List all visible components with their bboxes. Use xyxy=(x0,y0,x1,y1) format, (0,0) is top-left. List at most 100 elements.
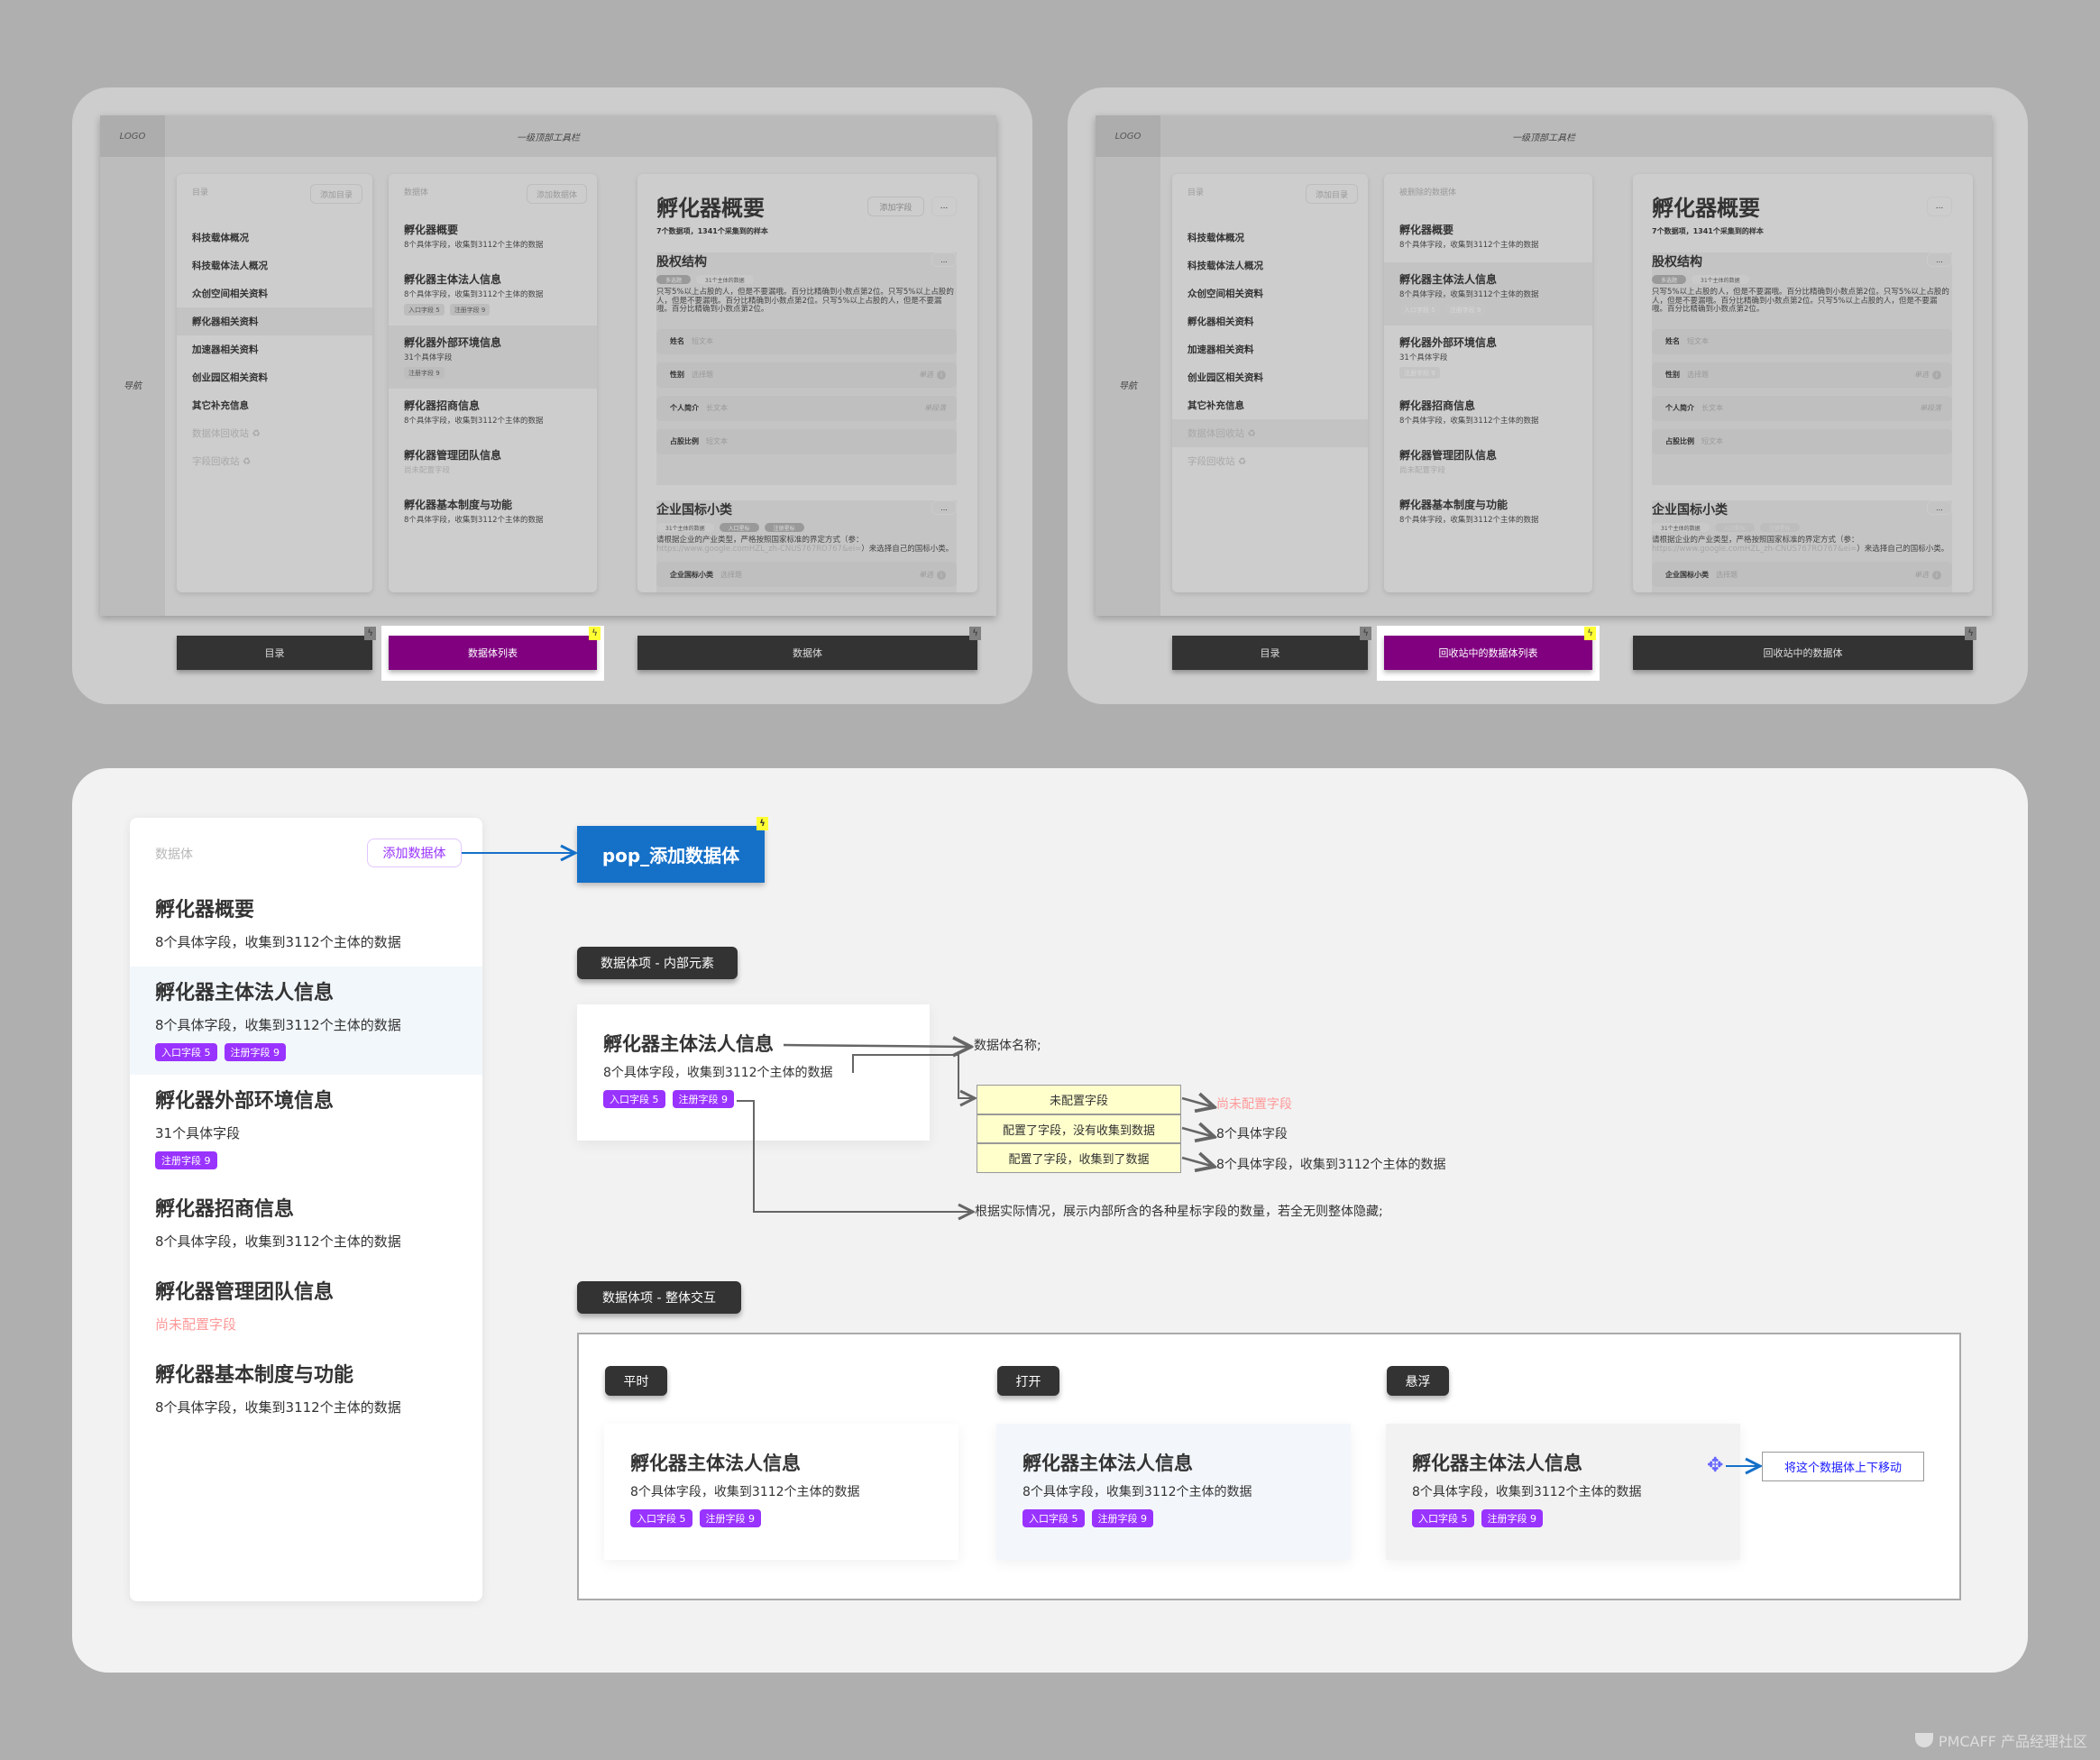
page-button[interactable]: 回收站中的数据体 ϟ xyxy=(1633,627,1976,670)
item-sub: 8个具体字段，收集到3112个主体的数据 xyxy=(1399,417,1539,426)
data-body-list: 孵化器概要 8个具体字段，收集到3112个主体的数据 孵化器主体法人信息 8个具体字段… xyxy=(1384,213,1592,537)
item-sub: 8个具体字段，收集到3112个主体的数据 xyxy=(404,290,544,299)
field-row[interactable]: 企业国标小类 选择题 单选 i xyxy=(656,562,957,587)
data-body-list: 孵化器概要 8个具体字段，收集到3112个主体的数据 孵化器主体法人信息 8个具体字段… xyxy=(389,213,597,537)
section-more-button[interactable]: ... xyxy=(1927,500,1952,515)
field-row[interactable]: 个人简介 长文本 单段落 xyxy=(656,395,957,421)
page-button[interactable]: 目录 ϟ xyxy=(1172,627,1371,670)
more-button[interactable]: ... xyxy=(931,197,957,216)
add-catalog-button[interactable]: 添加目录 xyxy=(1305,184,1358,204)
field-row[interactable]: 企业国标小类 选择题 单选 i xyxy=(1652,562,1952,587)
data-body-item[interactable]: 孵化器基本制度与功能 8个具体字段，收集到3112个主体的数据 xyxy=(1384,488,1592,537)
data-body-item[interactable]: 孵化器招商信息 8个具体字段，收集到3112个主体的数据 xyxy=(389,389,597,438)
item-tags: 注册字段 9 xyxy=(155,1151,457,1169)
recycle-bin-item[interactable]: 字段回收站 ♻ xyxy=(1172,447,1368,475)
item-tags: 注册字段 9 xyxy=(1399,367,1577,379)
data-body-item[interactable]: 孵化器概要 8个具体字段，收集到3112个主体的数据 xyxy=(1384,213,1592,262)
watermark: PMCAFF 产品经理社区 xyxy=(1914,1729,2087,1751)
desc-link[interactable]: https://www.google.comHZL_zh-CNUS767RO76… xyxy=(656,545,861,554)
item-sub: 8个具体字段，收集到3112个主体的数据 xyxy=(155,1399,401,1416)
field-row[interactable]: 占股比例 短文本 xyxy=(656,428,957,454)
catalog-item[interactable]: 众创空间相关资料 xyxy=(177,280,372,307)
state-card[interactable]: 孵化器主体法人信息 8个具体字段，收集到3112个主体的数据 入口字段 5 注册字段 … xyxy=(1386,1424,1740,1560)
page-button[interactable]: 数据体列表 ϟ xyxy=(389,627,601,670)
page-button[interactable]: 数据体 ϟ xyxy=(637,627,981,670)
card-title: 孵化器主体法人信息 xyxy=(1022,1453,1193,1474)
star-field-tag: 入口字段 5 xyxy=(1412,1509,1474,1527)
data-body-item[interactable]: 孵化器主体法人信息 8个具体字段，收集到3112个主体的数据 入口字段 5 注册字段 … xyxy=(130,967,482,1075)
data-body-item[interactable]: 孵化器概要 8个具体字段，收集到3112个主体的数据 xyxy=(389,213,597,262)
data-body-item[interactable]: 孵化器管理团队信息 尚未配置字段 xyxy=(130,1266,482,1349)
add-data-body-button[interactable]: 添加数据体 xyxy=(526,184,587,204)
state-card[interactable]: 孵化器主体法人信息 8个具体字段，收集到3112个主体的数据 入口字段 5 注册字段 … xyxy=(996,1424,1351,1560)
field-section: 股权结构... 多选题 31个主体的数据 只写5%以上占股的人，但是不要漏哦。百分比精… xyxy=(656,252,957,485)
catalog-item[interactable]: 科技载体概况 xyxy=(177,224,372,252)
field-list: 企业国标小类 选择题 单选 i xyxy=(656,562,957,587)
catalog-item[interactable]: 其它补充信息 xyxy=(177,391,372,419)
data-body-item[interactable]: 孵化器主体法人信息 8个具体字段，收集到3112个主体的数据 入口字段 5 注册字段 … xyxy=(1384,262,1592,325)
add-data-body-button[interactable]: 添加数据体 xyxy=(367,839,462,867)
recycle-bin-item[interactable]: 字段回收站 ♻ xyxy=(177,447,372,475)
data-body-item[interactable]: 孵化器外部环境信息 31个具体字段 注册字段 9 xyxy=(130,1075,482,1183)
add-field-button[interactable]: 添加字段 xyxy=(867,197,924,216)
catalog-item[interactable]: 创业园区相关资料 xyxy=(177,363,372,391)
add-catalog-button[interactable]: 添加目录 xyxy=(309,184,362,204)
item-title: 孵化器招商信息 xyxy=(404,399,481,412)
catalog-item[interactable]: 科技载体法人概况 xyxy=(1172,252,1368,280)
field-row[interactable]: 姓名 短文本 xyxy=(1652,328,1952,354)
data-body-item[interactable]: 孵化器管理团队信息 尚未配置字段 xyxy=(389,438,597,488)
data-body-item[interactable]: 孵化器基本制度与功能 8个具体字段，收集到3112个主体的数据 xyxy=(130,1349,482,1432)
data-body-item[interactable]: 孵化器外部环境信息 31个具体字段 注册字段 9 xyxy=(389,325,597,389)
item-title: 孵化器概要 xyxy=(155,899,255,921)
catalog-item[interactable]: 加速器相关资料 xyxy=(177,335,372,363)
data-body-item[interactable]: 孵化器管理团队信息 尚未配置字段 xyxy=(1384,438,1592,488)
desc-link[interactable]: https://www.google.comHZL_zh-CNUS767RO76… xyxy=(1652,545,1857,554)
page-button[interactable]: 回收站中的数据体列表 ϟ xyxy=(1384,627,1596,670)
field-row[interactable]: 个人简介 长文本 单段落 xyxy=(1652,395,1952,421)
info-icon[interactable]: i xyxy=(1932,371,1941,380)
section-more-button[interactable]: ... xyxy=(931,500,957,515)
catalog-item[interactable]: 孵化器相关资料 xyxy=(1172,307,1368,335)
pop-add-data-body[interactable]: pop_添加数据体 ϟ xyxy=(577,817,768,883)
data-body-item[interactable]: 孵化器基本制度与功能 8个具体字段，收集到3112个主体的数据 xyxy=(389,488,597,537)
data-body-item[interactable]: 孵化器主体法人信息 8个具体字段，收集到3112个主体的数据 入口字段 5 注册字段 … xyxy=(389,262,597,325)
more-button[interactable]: ... xyxy=(1927,197,1952,216)
item-title: 孵化器基本制度与功能 xyxy=(155,1364,354,1387)
field-row[interactable]: 占股比例 短文本 xyxy=(1652,428,1952,454)
data-body-item[interactable]: 孵化器概要 8个具体字段，收集到3112个主体的数据 xyxy=(130,884,482,967)
catalog-item[interactable]: 科技载体法人概况 xyxy=(177,252,372,280)
section-more-button[interactable]: ... xyxy=(931,252,957,267)
field-row[interactable]: 姓名 短文本 xyxy=(656,328,957,354)
page-button-label: 数据体列表 xyxy=(468,647,518,659)
star-field-tag: 注册字段 9 xyxy=(224,1043,286,1061)
info-icon[interactable]: i xyxy=(937,371,946,380)
field-row[interactable]: 性别 选择题 单选 i xyxy=(1652,362,1952,388)
item-tags: 入口字段 5 注册字段 9 xyxy=(1399,304,1577,316)
catalog-item[interactable]: 众创空间相关资料 xyxy=(1172,280,1368,307)
state-badge: 平时 xyxy=(605,1366,667,1396)
catalog-item[interactable]: 加速器相关资料 xyxy=(1172,335,1368,363)
item-sub: 尚未配置字段 xyxy=(155,1316,237,1333)
state-card[interactable]: 孵化器主体法人信息 8个具体字段，收集到3112个主体的数据 入口字段 5 注册字段 … xyxy=(604,1424,958,1560)
info-icon[interactable]: i xyxy=(1932,570,1941,580)
move-icon[interactable]: ✥ xyxy=(1707,1453,1725,1480)
field-type: 长文本 xyxy=(706,404,728,412)
page-button[interactable]: 目录 ϟ xyxy=(177,627,376,670)
state-cell: 配置了字段，收集到了数据 xyxy=(977,1144,1180,1173)
field-note: 单选 i xyxy=(1914,370,1941,380)
data-body-item[interactable]: 孵化器招商信息 8个具体字段，收集到3112个主体的数据 xyxy=(1384,389,1592,438)
field-name: 占股比例 xyxy=(1665,437,1694,445)
recycle-bin-item[interactable]: 数据体回收站 ♻ xyxy=(177,419,372,447)
data-body-item[interactable]: 孵化器招商信息 8个具体字段，收集到3112个主体的数据 xyxy=(130,1183,482,1266)
info-icon[interactable]: i xyxy=(937,570,946,580)
field-section: 股权结构... 多选题 31个主体的数据 只写5%以上占股的人，但是不要漏哦。百分比精… xyxy=(1652,252,1952,485)
state-result: 8个具体字段 xyxy=(1216,1127,1288,1141)
catalog-item[interactable]: 孵化器相关资料 xyxy=(177,307,372,335)
recycle-bin-item[interactable]: 数据体回收站 ♻ xyxy=(1172,419,1368,447)
catalog-item[interactable]: 创业园区相关资料 xyxy=(1172,363,1368,391)
section-more-button[interactable]: ... xyxy=(1927,252,1952,267)
catalog-item[interactable]: 其它补充信息 xyxy=(1172,391,1368,419)
data-body-item[interactable]: 孵化器外部环境信息 31个具体字段 注册字段 9 xyxy=(1384,325,1592,389)
catalog-item[interactable]: 科技载体概况 xyxy=(1172,224,1368,252)
field-row[interactable]: 性别 选择题 单选 i xyxy=(656,362,957,388)
